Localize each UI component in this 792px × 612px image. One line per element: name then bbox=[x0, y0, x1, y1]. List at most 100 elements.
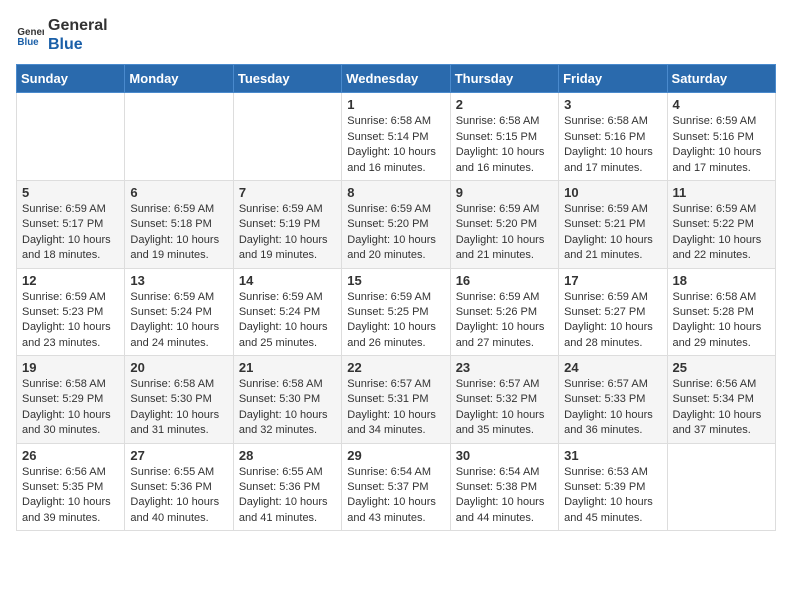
calendar-cell: 13 Sunrise: 6:59 AMSunset: 5:24 PMDayligh… bbox=[125, 268, 233, 356]
day-number: 28 bbox=[239, 448, 336, 463]
calendar-cell: 12 Sunrise: 6:59 AMSunset: 5:23 PMDayligh… bbox=[17, 268, 125, 356]
weekday-header-row: SundayMondayTuesdayWednesdayThursdayFrid… bbox=[17, 65, 776, 93]
calendar-cell: 25 Sunrise: 6:56 AMSunset: 5:34 PMDayligh… bbox=[667, 356, 775, 444]
calendar-cell: 16Sunrise: 6:59 AMSunset: 5:26 PMDayligh… bbox=[450, 268, 558, 356]
calendar-week-1: 1 Sunrise: 6:58 AMSunset: 5:14 PMDaylight… bbox=[17, 93, 776, 181]
day-info: Sunrise: 6:58 AMSunset: 5:29 PMDaylight:… bbox=[22, 377, 119, 439]
day-number: 14 bbox=[239, 273, 336, 288]
day-number: 8 bbox=[347, 185, 444, 200]
day-number: 11 bbox=[673, 185, 770, 200]
day-info: Sunrise: 6:59 AMSunset: 5:22 PMDaylight:… bbox=[673, 202, 770, 264]
day-number: 5 bbox=[22, 185, 119, 200]
calendar-cell: 20 Sunrise: 6:58 AMSunset: 5:30 PMDayligh… bbox=[125, 356, 233, 444]
day-info: Sunrise: 6:59 AMSunset: 5:20 PMDaylight:… bbox=[347, 202, 444, 264]
calendar-cell: 15Sunrise: 6:59 AMSunset: 5:25 PMDayligh… bbox=[342, 268, 450, 356]
calendar-table: SundayMondayTuesdayWednesdayThursdayFrid… bbox=[16, 64, 776, 531]
day-info: Sunrise: 6:56 AMSunset: 5:34 PMDaylight:… bbox=[673, 377, 770, 439]
day-number: 23 bbox=[456, 360, 553, 375]
day-number: 18 bbox=[673, 273, 770, 288]
weekday-header-wednesday: Wednesday bbox=[342, 65, 450, 93]
day-number: 13 bbox=[130, 273, 227, 288]
calendar-cell: 21 Sunrise: 6:58 AMSunset: 5:30 PMDayligh… bbox=[233, 356, 341, 444]
calendar-cell: 17Sunrise: 6:59 AMSunset: 5:27 PMDayligh… bbox=[559, 268, 667, 356]
day-number: 26 bbox=[22, 448, 119, 463]
day-info: Sunrise: 6:59 AMSunset: 5:27 PMDaylight:… bbox=[564, 290, 661, 352]
calendar-cell: 3 Sunrise: 6:58 AMSunset: 5:16 PMDaylight… bbox=[559, 93, 667, 181]
day-number: 20 bbox=[130, 360, 227, 375]
day-info: Sunrise: 6:58 AMSunset: 5:30 PMDaylight:… bbox=[239, 377, 336, 439]
calendar-cell: 31 Sunrise: 6:53 AMSunset: 5:39 PMDayligh… bbox=[559, 443, 667, 531]
calendar-cell: 18 Sunrise: 6:58 AMSunset: 5:28 PMDayligh… bbox=[667, 268, 775, 356]
calendar-cell: 14 Sunrise: 6:59 AMSunset: 5:24 PMDayligh… bbox=[233, 268, 341, 356]
day-info: Sunrise: 6:59 AMSunset: 5:21 PMDaylight:… bbox=[564, 202, 661, 264]
day-info: Sunrise: 6:59 AMSunset: 5:16 PMDaylight:… bbox=[673, 114, 770, 176]
day-info: Sunrise: 6:57 AMSunset: 5:32 PMDaylight:… bbox=[456, 377, 553, 439]
calendar-cell bbox=[125, 93, 233, 181]
calendar-cell: 2Sunrise: 6:58 AMSunset: 5:15 PMDaylight… bbox=[450, 93, 558, 181]
calendar-cell bbox=[17, 93, 125, 181]
logo-icon: General Blue bbox=[16, 21, 44, 49]
day-info: Sunrise: 6:59 AMSunset: 5:20 PMDaylight:… bbox=[456, 202, 553, 264]
day-info: Sunrise: 6:57 AMSunset: 5:31 PMDaylight:… bbox=[347, 377, 444, 439]
day-info: Sunrise: 6:59 AMSunset: 5:18 PMDaylight:… bbox=[130, 202, 227, 264]
day-number: 25 bbox=[673, 360, 770, 375]
day-info: Sunrise: 6:59 AMSunset: 5:24 PMDaylight:… bbox=[130, 290, 227, 352]
day-number: 16 bbox=[456, 273, 553, 288]
calendar-week-4: 19 Sunrise: 6:58 AMSunset: 5:29 PMDayligh… bbox=[17, 356, 776, 444]
calendar-cell: 26 Sunrise: 6:56 AMSunset: 5:35 PMDayligh… bbox=[17, 443, 125, 531]
calendar-cell: 23 Sunrise: 6:57 AMSunset: 5:32 PMDayligh… bbox=[450, 356, 558, 444]
calendar-cell: 27Sunrise: 6:55 AMSunset: 5:36 PMDayligh… bbox=[125, 443, 233, 531]
day-number: 19 bbox=[22, 360, 119, 375]
calendar-week-3: 12 Sunrise: 6:59 AMSunset: 5:23 PMDayligh… bbox=[17, 268, 776, 356]
calendar-cell: 30Sunrise: 6:54 AMSunset: 5:38 PMDayligh… bbox=[450, 443, 558, 531]
day-number: 12 bbox=[22, 273, 119, 288]
weekday-header-saturday: Saturday bbox=[667, 65, 775, 93]
weekday-header-friday: Friday bbox=[559, 65, 667, 93]
calendar-cell: 24 Sunrise: 6:57 AMSunset: 5:33 PMDayligh… bbox=[559, 356, 667, 444]
calendar-cell: 4Sunrise: 6:59 AMSunset: 5:16 PMDaylight… bbox=[667, 93, 775, 181]
calendar-cell: 29Sunrise: 6:54 AMSunset: 5:37 PMDayligh… bbox=[342, 443, 450, 531]
day-number: 3 bbox=[564, 97, 661, 112]
day-number: 6 bbox=[130, 185, 227, 200]
calendar-week-2: 5 Sunrise: 6:59 AMSunset: 5:17 PMDaylight… bbox=[17, 180, 776, 268]
calendar-cell: 5 Sunrise: 6:59 AMSunset: 5:17 PMDaylight… bbox=[17, 180, 125, 268]
day-info: Sunrise: 6:59 AMSunset: 5:23 PMDaylight:… bbox=[22, 290, 119, 352]
day-info: Sunrise: 6:59 AMSunset: 5:24 PMDaylight:… bbox=[239, 290, 336, 352]
day-info: Sunrise: 6:54 AMSunset: 5:37 PMDaylight:… bbox=[347, 465, 444, 527]
day-number: 21 bbox=[239, 360, 336, 375]
calendar-cell: 11 Sunrise: 6:59 AMSunset: 5:22 PMDayligh… bbox=[667, 180, 775, 268]
day-number: 22 bbox=[347, 360, 444, 375]
weekday-header-thursday: Thursday bbox=[450, 65, 558, 93]
weekday-header-monday: Monday bbox=[125, 65, 233, 93]
day-info: Sunrise: 6:58 AMSunset: 5:14 PMDaylight:… bbox=[347, 114, 444, 176]
day-number: 31 bbox=[564, 448, 661, 463]
day-info: Sunrise: 6:58 AMSunset: 5:15 PMDaylight:… bbox=[456, 114, 553, 176]
day-info: Sunrise: 6:59 AMSunset: 5:17 PMDaylight:… bbox=[22, 202, 119, 264]
svg-text:Blue: Blue bbox=[17, 37, 39, 48]
day-info: Sunrise: 6:58 AMSunset: 5:30 PMDaylight:… bbox=[130, 377, 227, 439]
day-info: Sunrise: 6:58 AMSunset: 5:16 PMDaylight:… bbox=[564, 114, 661, 176]
calendar-cell bbox=[233, 93, 341, 181]
logo: General Blue General Blue bbox=[16, 16, 108, 54]
page-header: General Blue General Blue bbox=[16, 16, 776, 54]
weekday-header-sunday: Sunday bbox=[17, 65, 125, 93]
day-info: Sunrise: 6:57 AMSunset: 5:33 PMDaylight:… bbox=[564, 377, 661, 439]
day-number: 30 bbox=[456, 448, 553, 463]
calendar-cell: 7Sunrise: 6:59 AMSunset: 5:19 PMDaylight… bbox=[233, 180, 341, 268]
day-number: 15 bbox=[347, 273, 444, 288]
day-number: 1 bbox=[347, 97, 444, 112]
calendar-cell: 9 Sunrise: 6:59 AMSunset: 5:20 PMDaylight… bbox=[450, 180, 558, 268]
calendar-cell: 1 Sunrise: 6:58 AMSunset: 5:14 PMDaylight… bbox=[342, 93, 450, 181]
calendar-cell: 22 Sunrise: 6:57 AMSunset: 5:31 PMDayligh… bbox=[342, 356, 450, 444]
logo-blue: Blue bbox=[48, 35, 108, 54]
calendar-cell: 6 Sunrise: 6:59 AMSunset: 5:18 PMDaylight… bbox=[125, 180, 233, 268]
day-info: Sunrise: 6:56 AMSunset: 5:35 PMDaylight:… bbox=[22, 465, 119, 527]
calendar-week-5: 26 Sunrise: 6:56 AMSunset: 5:35 PMDayligh… bbox=[17, 443, 776, 531]
calendar-cell bbox=[667, 443, 775, 531]
day-number: 9 bbox=[456, 185, 553, 200]
day-number: 7 bbox=[239, 185, 336, 200]
day-number: 24 bbox=[564, 360, 661, 375]
day-info: Sunrise: 6:58 AMSunset: 5:28 PMDaylight:… bbox=[673, 290, 770, 352]
day-info: Sunrise: 6:53 AMSunset: 5:39 PMDaylight:… bbox=[564, 465, 661, 527]
day-number: 27 bbox=[130, 448, 227, 463]
